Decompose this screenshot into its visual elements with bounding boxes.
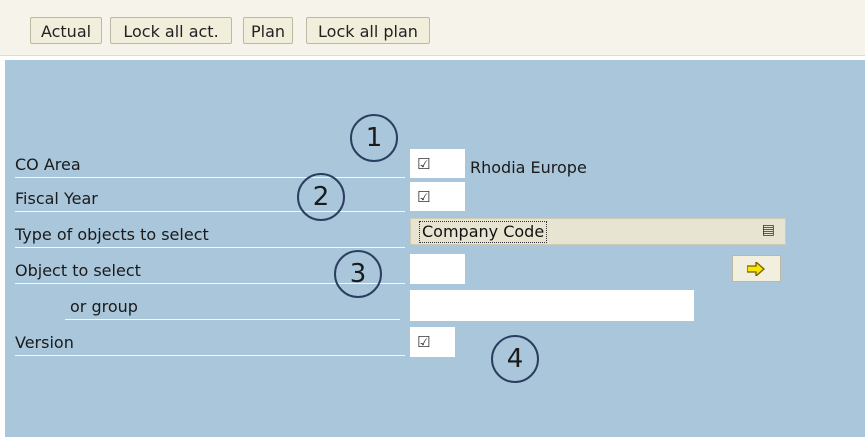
checkbox-icon: ☑ <box>417 155 431 173</box>
callout-2: 2 <box>297 173 345 221</box>
or-group-label: or group <box>70 297 138 316</box>
checkbox-icon: ☑ <box>417 188 431 206</box>
dropdown-list-icon[interactable]: ▤ <box>762 222 775 238</box>
fiscal-year-label: Fiscal Year <box>15 189 98 208</box>
object-select-field[interactable] <box>410 254 465 284</box>
row-divider <box>15 355 405 356</box>
actual-button[interactable]: Actual <box>30 17 102 44</box>
type-objects-dropdown[interactable]: Company Code ▤ <box>410 218 786 245</box>
type-objects-label: Type of objects to select <box>15 225 209 244</box>
callout-1: 1 <box>350 114 398 162</box>
callout-3: 3 <box>334 250 382 298</box>
co-area-description: Rhodia Europe <box>470 158 587 177</box>
selection-screen: CO Area ☑ Rhodia Europe Fiscal Year ☑ Ty… <box>5 60 865 437</box>
co-area-label: CO Area <box>15 155 81 174</box>
dropdown-selected-value: Company Code <box>419 221 548 243</box>
row-divider <box>15 177 405 178</box>
checkbox-icon: ☑ <box>417 333 431 351</box>
arrow-right-icon <box>747 262 765 276</box>
plan-button[interactable]: Plan <box>243 17 293 44</box>
application-toolbar: Actual Lock all act. Plan Lock all plan <box>0 0 865 56</box>
callout-4: 4 <box>491 335 539 383</box>
row-divider <box>65 319 400 320</box>
object-select-label: Object to select <box>15 261 141 280</box>
row-divider <box>15 211 405 212</box>
execute-button[interactable] <box>732 255 781 282</box>
row-divider <box>15 247 405 248</box>
lock-all-actual-button[interactable]: Lock all act. <box>110 17 232 44</box>
version-label: Version <box>15 333 74 352</box>
or-group-field[interactable] <box>410 290 694 321</box>
lock-all-plan-button[interactable]: Lock all plan <box>306 17 430 44</box>
